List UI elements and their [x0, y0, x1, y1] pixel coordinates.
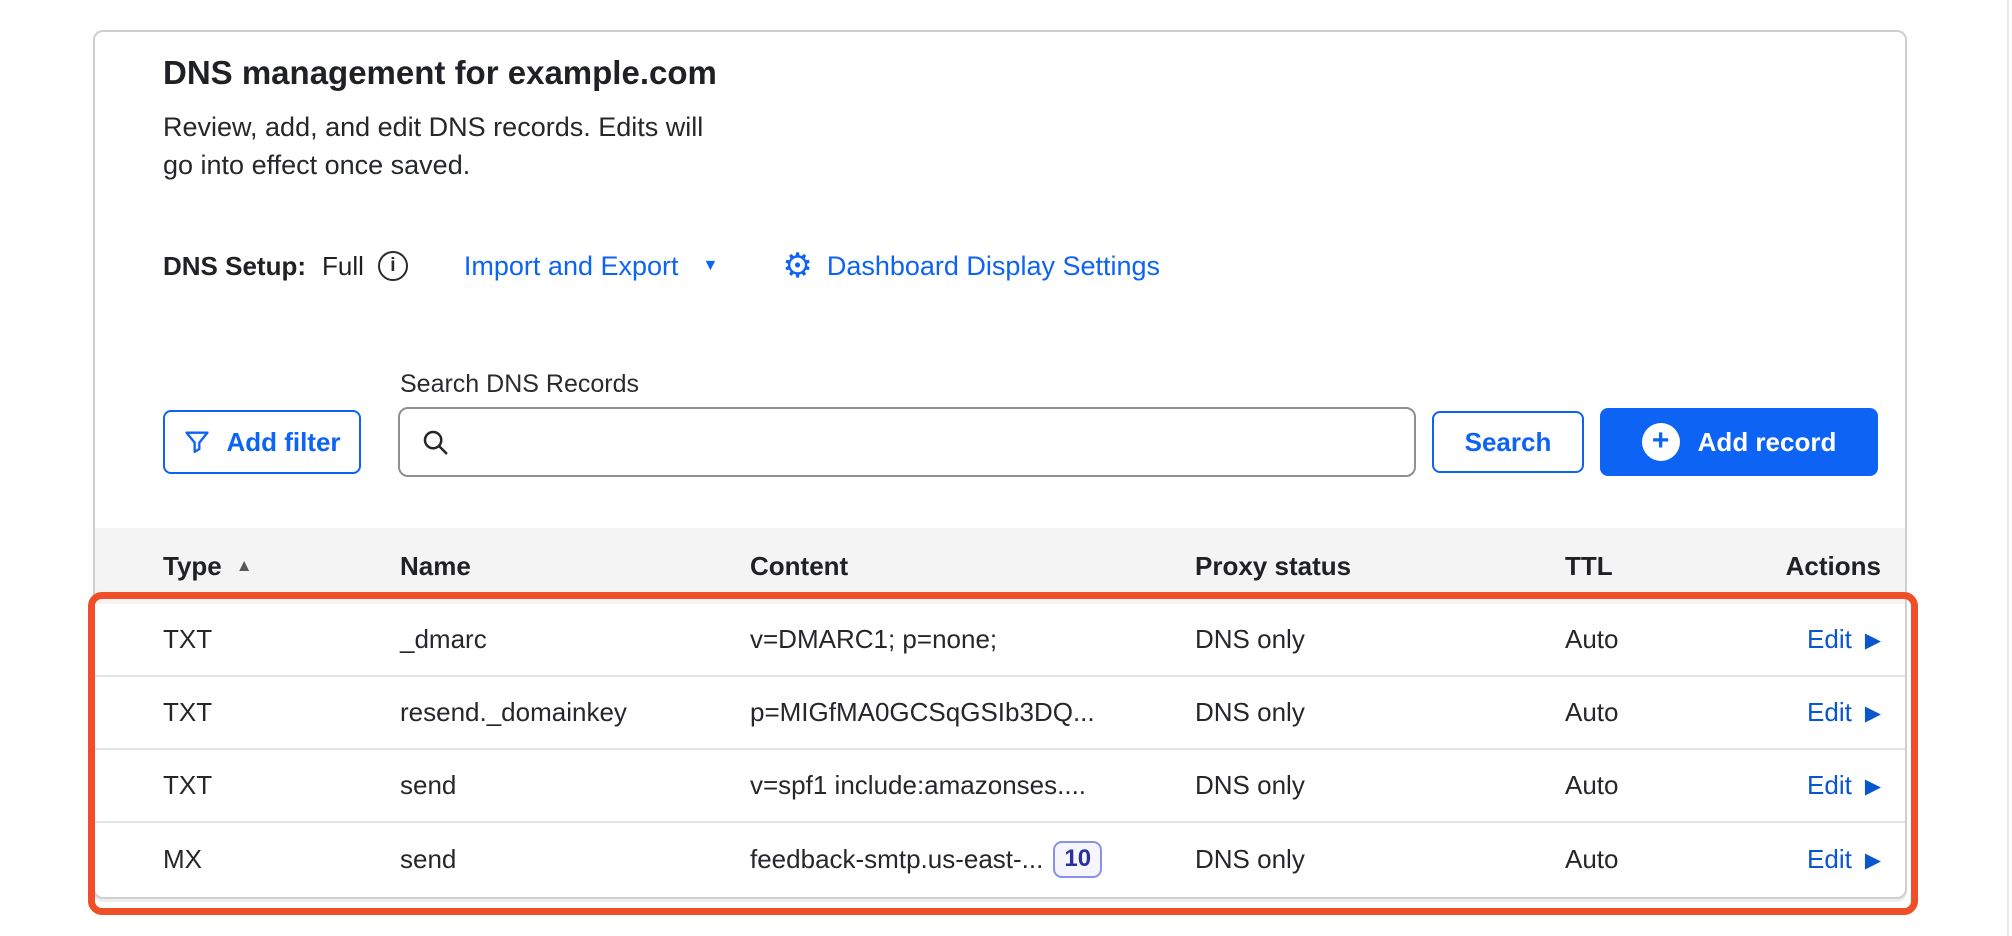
column-header-proxy-status: Proxy status: [1195, 551, 1565, 582]
search-box: [398, 407, 1416, 477]
ttl-cell: Auto: [1565, 697, 1765, 728]
chevron-right-icon: ▶: [1865, 846, 1881, 873]
table-row: TXT resend._domainkey p=MIGfMA0GCSqGSIb3…: [95, 677, 1905, 750]
column-header-type-label: Type: [163, 551, 222, 582]
name-cell: send: [400, 844, 750, 875]
sort-ascending-icon: ▲: [236, 556, 253, 576]
column-header-name: Name: [400, 551, 750, 582]
page-subtitle-line1: Review, add, and edit DNS records. Edits…: [163, 108, 703, 146]
dns-management-card: DNS management for example.com Review, a…: [93, 30, 1907, 899]
dns-setup-label: DNS Setup:: [163, 251, 306, 282]
page-subtitle-line2: go into effect once saved.: [163, 146, 703, 184]
import-export-link[interactable]: Import and Export ▼: [464, 251, 718, 282]
chevron-down-icon: ▼: [703, 257, 719, 275]
column-header-type[interactable]: Type ▲: [163, 551, 400, 582]
content-text: feedback-smtp.us-east-...: [750, 844, 1043, 875]
add-record-button[interactable]: + Add record: [1600, 408, 1878, 476]
proxy-status-cell: DNS only: [1195, 697, 1565, 728]
actions-cell: Edit ▶: [1765, 697, 1881, 728]
content-cell: v=DMARC1; p=none;: [750, 624, 1195, 655]
ttl-cell: Auto: [1565, 770, 1765, 801]
filter-icon: [183, 428, 211, 456]
table-header: Type ▲ Name Content Proxy status TTL Act…: [95, 528, 1905, 604]
proxy-status-cell: DNS only: [1195, 624, 1565, 655]
content-cell: feedback-smtp.us-east-... 10: [750, 841, 1195, 878]
gear-icon: ⚙: [782, 249, 812, 283]
edit-link[interactable]: Edit: [1807, 697, 1852, 728]
add-record-label: Add record: [1698, 427, 1837, 458]
content-text: v=spf1 include:amazonses....: [750, 770, 1086, 801]
table-row: MX send feedback-smtp.us-east-... 10 DNS…: [95, 823, 1905, 896]
name-cell: resend._domainkey: [400, 697, 750, 728]
search-icon: [420, 427, 450, 457]
dns-setup-row: DNS Setup: Full i Import and Export ▼ ⚙ …: [163, 246, 1160, 286]
dashboard-display-settings-link[interactable]: ⚙ Dashboard Display Settings: [782, 249, 1160, 283]
table-row: TXT _dmarc v=DMARC1; p=none; DNS only Au…: [95, 604, 1905, 677]
column-header-content: Content: [750, 551, 1195, 582]
import-export-label: Import and Export: [464, 251, 679, 282]
actions-cell: Edit ▶: [1765, 770, 1881, 801]
plus-icon: +: [1642, 423, 1680, 461]
page-edge-divider: [2007, 0, 2009, 936]
table-body: TXT _dmarc v=DMARC1; p=none; DNS only Au…: [95, 604, 1905, 896]
add-filter-button[interactable]: Add filter: [163, 410, 361, 474]
actions-cell: Edit ▶: [1765, 844, 1881, 875]
page-title: DNS management for example.com: [163, 54, 717, 92]
content-text: p=MIGfMA0GCSqGSIb3DQ...: [750, 697, 1095, 728]
search-button[interactable]: Search: [1432, 411, 1584, 473]
priority-badge: 10: [1053, 841, 1102, 878]
search-records-label: Search DNS Records: [400, 370, 639, 399]
type-cell: TXT: [163, 770, 400, 801]
dashboard-display-settings-label: Dashboard Display Settings: [827, 251, 1160, 282]
actions-cell: Edit ▶: [1765, 624, 1881, 655]
chevron-right-icon: ▶: [1865, 626, 1881, 653]
toolbar: Add filter Search + Add record: [163, 407, 1905, 477]
info-icon[interactable]: i: [378, 251, 408, 281]
name-cell: send: [400, 770, 750, 801]
ttl-cell: Auto: [1565, 844, 1765, 875]
content-text: v=DMARC1; p=none;: [750, 624, 997, 655]
table-row: TXT send v=spf1 include:amazonses.... DN…: [95, 750, 1905, 823]
content-cell: p=MIGfMA0GCSqGSIb3DQ...: [750, 697, 1195, 728]
add-filter-label: Add filter: [226, 427, 340, 458]
chevron-right-icon: ▶: [1865, 772, 1881, 799]
chevron-right-icon: ▶: [1865, 699, 1881, 726]
type-cell: TXT: [163, 624, 400, 655]
proxy-status-cell: DNS only: [1195, 844, 1565, 875]
page-subtitle: Review, add, and edit DNS records. Edits…: [163, 108, 703, 184]
column-header-actions: Actions: [1765, 551, 1881, 582]
proxy-status-cell: DNS only: [1195, 770, 1565, 801]
dns-setup-value: Full: [322, 251, 364, 282]
edit-link[interactable]: Edit: [1807, 844, 1852, 875]
column-header-ttl: TTL: [1565, 551, 1765, 582]
name-cell: _dmarc: [400, 624, 750, 655]
page-title-domain: example.com: [508, 54, 717, 91]
content-cell: v=spf1 include:amazonses....: [750, 770, 1195, 801]
type-cell: MX: [163, 844, 400, 875]
ttl-cell: Auto: [1565, 624, 1765, 655]
page-title-prefix: DNS management for: [163, 54, 508, 91]
search-input[interactable]: [466, 427, 1394, 458]
edit-link[interactable]: Edit: [1807, 624, 1852, 655]
type-cell: TXT: [163, 697, 400, 728]
edit-link[interactable]: Edit: [1807, 770, 1852, 801]
